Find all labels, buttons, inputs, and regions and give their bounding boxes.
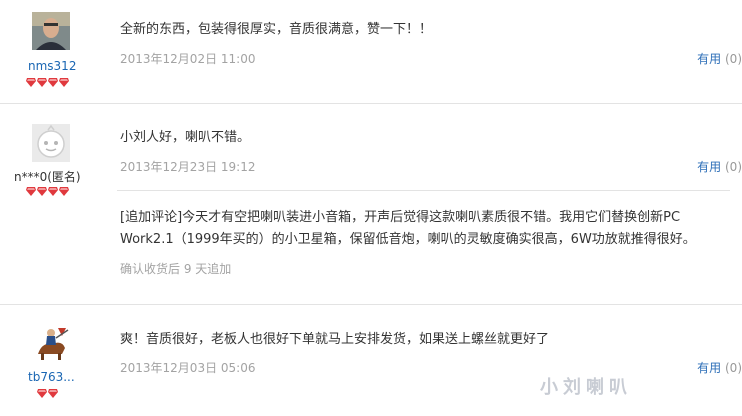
username[interactable]: tb763... bbox=[28, 370, 75, 384]
followup-note: 确认收货后 9 天追加 bbox=[120, 262, 232, 276]
useful-count: (0) bbox=[725, 52, 742, 66]
followup-content: [追加评论]今天才有空把喇叭装进小音箱，开声后觉得这款喇叭素质很不错。我用它们替… bbox=[120, 207, 732, 251]
useful-count: (0) bbox=[725, 361, 742, 375]
user-photo-icon bbox=[32, 12, 70, 50]
user-avatar[interactable] bbox=[32, 324, 70, 362]
divider bbox=[0, 103, 742, 104]
followup-line: [追加评论]今天才有空把喇叭装进小音箱，开声后觉得这款喇叭素质很不错。我用它们替… bbox=[120, 210, 681, 225]
username[interactable]: nms312 bbox=[28, 59, 76, 73]
review-date: 2013年12月23日 19:12 bbox=[120, 160, 256, 174]
anonymous-avatar-icon bbox=[32, 124, 70, 162]
gem-icon bbox=[59, 78, 69, 87]
gem-icon bbox=[26, 187, 36, 196]
useful-vote[interactable]: 有用 (0) bbox=[697, 50, 742, 67]
useful-vote[interactable]: 有用 (0) bbox=[697, 359, 742, 376]
gem-icon bbox=[59, 187, 69, 196]
review-content: 全新的东西，包装得很厚实，音质很满意，赞一下！！ bbox=[120, 22, 433, 37]
divider bbox=[0, 304, 742, 305]
gem-icon bbox=[26, 78, 36, 87]
useful-button[interactable]: 有用 bbox=[697, 52, 721, 66]
rating-gems bbox=[37, 389, 58, 399]
gem-icon bbox=[48, 187, 58, 196]
useful-button[interactable]: 有用 bbox=[697, 361, 721, 375]
username: n***0(匿名) bbox=[14, 170, 81, 184]
user-avatar[interactable] bbox=[32, 12, 70, 50]
gem-icon bbox=[37, 78, 47, 87]
review-content: 爽！音质很好，老板人也很好下单就马上安排发货，如果送上螺丝就更好了 bbox=[120, 332, 550, 347]
review-date: 2013年12月03日 05:06 bbox=[120, 361, 256, 375]
gem-icon bbox=[48, 78, 58, 87]
useful-count: (0) bbox=[725, 160, 742, 174]
user-avatar[interactable] bbox=[32, 124, 70, 162]
followup-review: [追加评论]今天才有空把喇叭装进小音箱，开声后觉得这款喇叭素质很不错。我用它们替… bbox=[117, 190, 730, 289]
watermark: 小刘喇叭 bbox=[540, 377, 632, 398]
gem-icon bbox=[48, 389, 58, 398]
review-content: 小刘人好，喇叭不错。 bbox=[120, 130, 251, 145]
review-date: 2013年12月02日 11:00 bbox=[120, 52, 256, 66]
useful-button[interactable]: 有用 bbox=[697, 160, 721, 174]
gem-icon bbox=[37, 389, 47, 398]
rating-gems bbox=[26, 187, 69, 197]
useful-vote[interactable]: 有用 (0) bbox=[697, 158, 742, 175]
knight-avatar-icon bbox=[32, 324, 70, 362]
rating-gems bbox=[26, 78, 69, 88]
followup-line: Work2.1（1999年买的）的小卫星箱，保留低音炮，喇叭的灵敏度确实很高，6… bbox=[120, 232, 696, 247]
gem-icon bbox=[37, 187, 47, 196]
